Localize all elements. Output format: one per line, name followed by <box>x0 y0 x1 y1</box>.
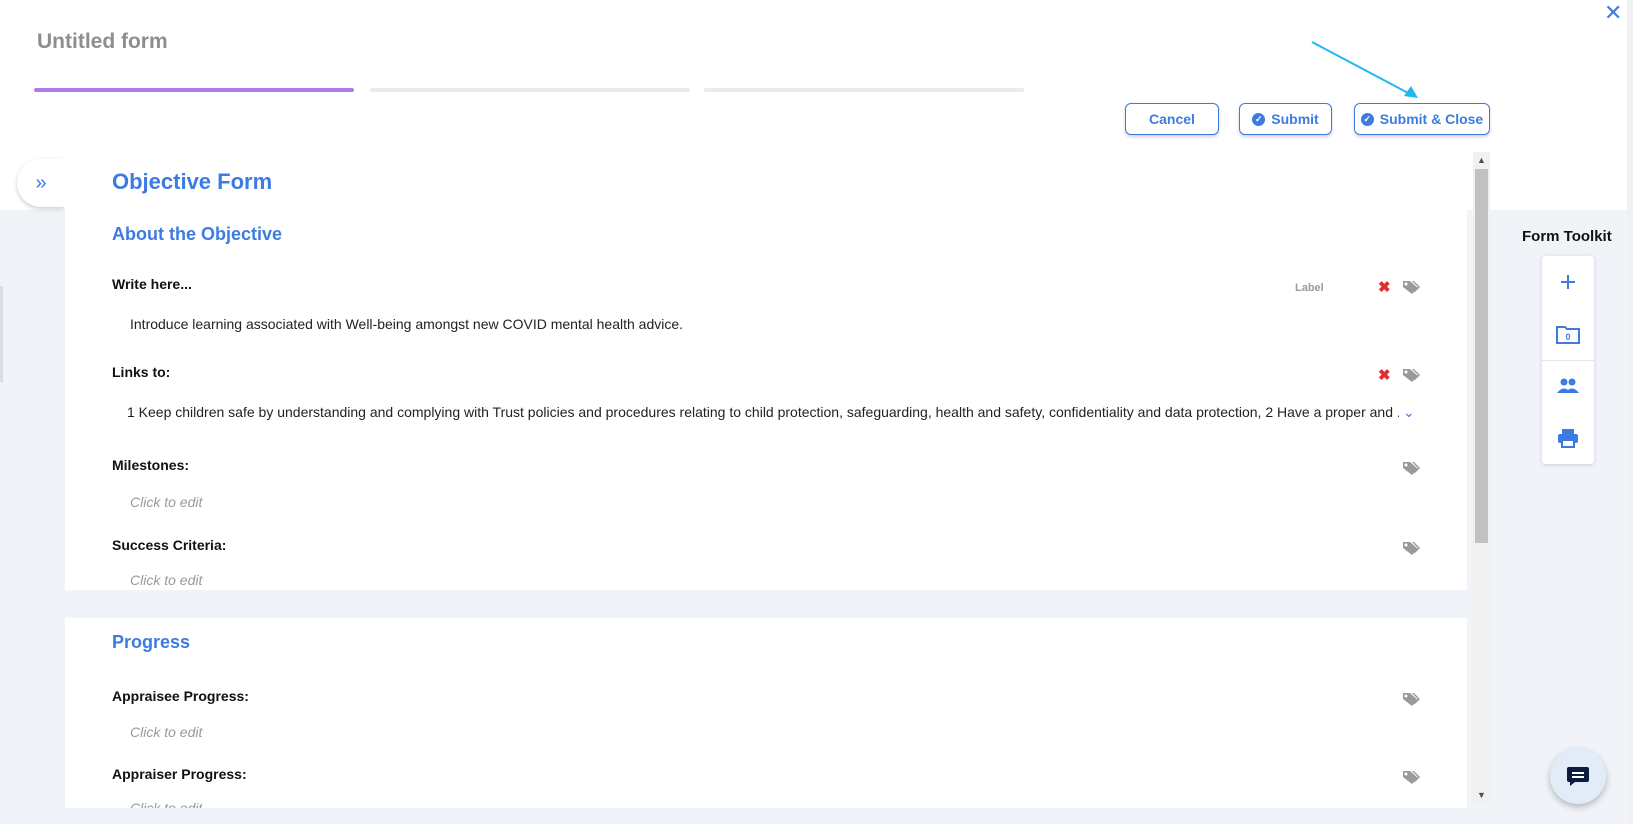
content-scrollbar[interactable]: ▲ ▼ <box>1473 152 1490 804</box>
scroll-up-arrow-icon[interactable]: ▲ <box>1473 152 1490 169</box>
submit-close-button-label: Submit & Close <box>1379 111 1484 127</box>
delete-icon[interactable]: ✖ <box>1378 278 1391 296</box>
delete-icon[interactable]: ✖ <box>1378 366 1391 384</box>
submit-close-button[interactable]: ✓ Submit & Close <box>1354 103 1490 135</box>
folder-count: 0 <box>1565 332 1570 342</box>
attachments-button[interactable]: 0 <box>1542 308 1594 360</box>
success-criteria-placeholder[interactable]: Click to edit <box>130 572 202 588</box>
toolkit-title: Form Toolkit <box>1522 228 1612 245</box>
appraiser-progress-placeholder[interactable]: Click to edit <box>130 800 202 808</box>
milestones-placeholder[interactable]: Click to edit <box>130 494 202 510</box>
plus-icon <box>1561 275 1575 289</box>
cancel-button-label: Cancel <box>1149 111 1195 127</box>
page-title: Objective Form <box>112 169 273 194</box>
step-3-progress[interactable] <box>704 88 1024 92</box>
appraiser-progress-label: Appraiser Progress: <box>112 766 247 782</box>
form-title[interactable]: Untitled form <box>37 30 168 54</box>
expand-sidebar-button[interactable]: » <box>17 159 65 207</box>
left-panel-edge <box>0 286 3 382</box>
check-circle-icon: ✓ <box>1252 112 1266 126</box>
appraisee-progress-placeholder[interactable]: Click to edit <box>130 724 202 740</box>
folder-icon: 0 <box>1556 326 1580 344</box>
label-chip[interactable]: Label <box>1295 282 1324 294</box>
tags-icon[interactable] <box>1401 280 1421 295</box>
step-2-progress[interactable] <box>370 88 690 92</box>
tags-icon[interactable] <box>1401 770 1421 785</box>
tags-icon[interactable] <box>1401 368 1421 383</box>
people-icon <box>1557 378 1579 393</box>
annotation-arrow <box>1311 41 1418 98</box>
participants-button[interactable] <box>1542 360 1594 412</box>
print-button[interactable] <box>1542 412 1594 464</box>
tags-icon[interactable] <box>1401 541 1421 556</box>
chat-button[interactable] <box>1550 748 1606 804</box>
section-heading-about: About the Objective <box>112 224 283 244</box>
links-to-label: Links to: <box>112 364 171 380</box>
milestones-label: Milestones: <box>112 457 190 473</box>
submit-button[interactable]: ✓ Submit <box>1239 103 1332 135</box>
scroll-down-arrow-icon[interactable]: ▼ <box>1473 787 1490 804</box>
form-toolkit-panel: 0 <box>1542 256 1594 464</box>
appraisee-progress-label: Appraisee Progress: <box>112 688 249 704</box>
chat-icon <box>1567 767 1589 786</box>
section-heading-progress: Progress <box>112 632 191 652</box>
success-criteria-label: Success Criteria: <box>112 537 227 553</box>
window-scrollbar[interactable] <box>1627 0 1633 824</box>
step-1-progress[interactable] <box>34 88 354 92</box>
links-to-value[interactable]: 1 Keep children safe by understanding an… <box>127 404 1399 420</box>
submit-button-label: Submit <box>1271 111 1319 127</box>
check-circle-icon: ✓ <box>1360 112 1374 126</box>
tags-icon[interactable] <box>1401 461 1421 476</box>
chevron-double-right-icon: » <box>35 171 47 194</box>
write-here-value[interactable]: Introduce learning associated with Well-… <box>130 316 683 332</box>
close-icon[interactable]: ✕ <box>1604 0 1622 26</box>
printer-icon <box>1558 429 1578 448</box>
write-here-label: Write here... <box>112 276 192 292</box>
objective-form-card: Objective Form About the Objective Write… <box>65 152 1467 590</box>
scrollbar-thumb[interactable] <box>1475 169 1488 543</box>
cancel-button[interactable]: Cancel <box>1125 103 1219 135</box>
chevron-down-icon[interactable]: ⌄ <box>1403 404 1415 421</box>
tags-icon[interactable] <box>1401 692 1421 707</box>
add-button[interactable] <box>1542 256 1594 308</box>
progress-card: Progress Appraisee Progress: Click to ed… <box>65 618 1467 808</box>
